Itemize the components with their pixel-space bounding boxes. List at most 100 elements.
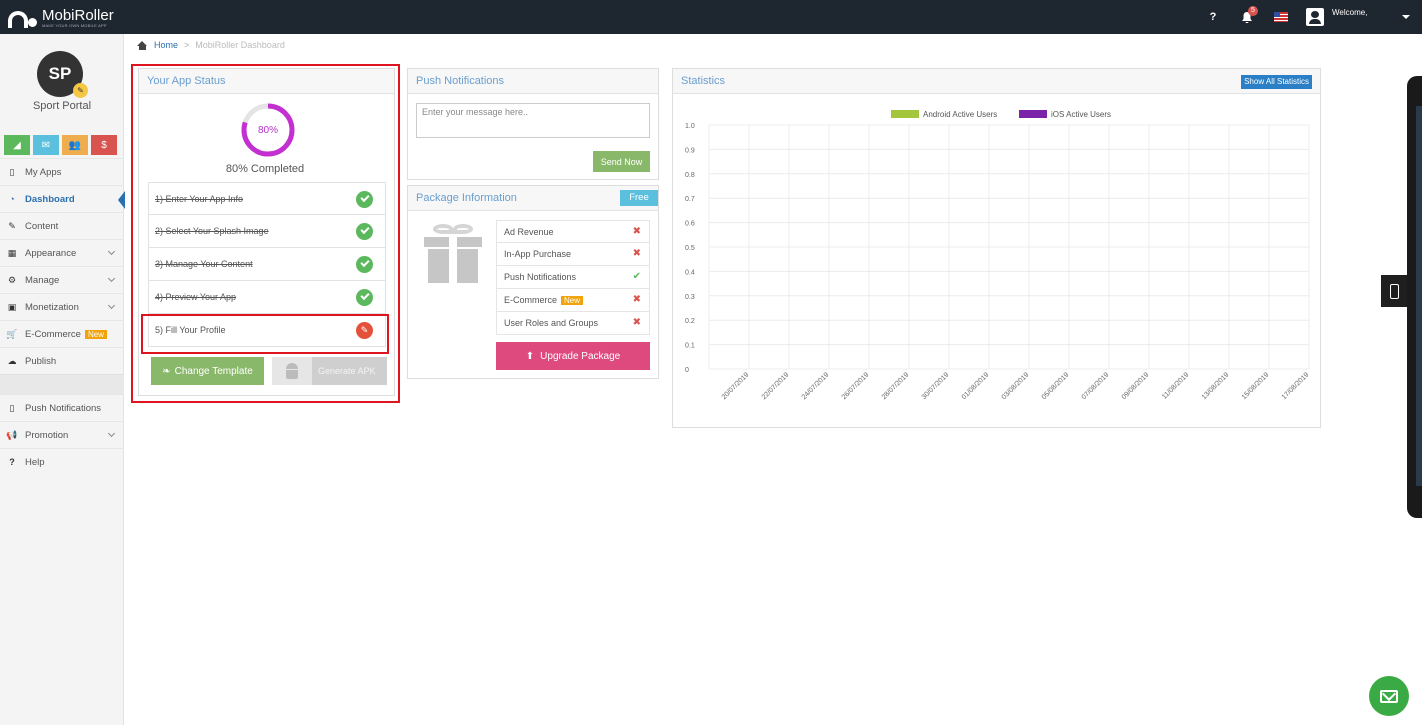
logo-mark-icon <box>8 8 38 28</box>
notifications-button[interactable]: 5 <box>1230 0 1264 34</box>
y-tick-label: 0.9 <box>685 147 695 154</box>
grid-icon: ▦ <box>7 247 17 258</box>
help-button[interactable]: ? <box>1196 0 1230 34</box>
top-bar: MobiRoller MAKE YOUR OWN MOBILE APP ? 5 … <box>0 0 1422 34</box>
feature-row: User Roles and Groups ✖ <box>496 312 650 335</box>
x-tick-label: 11/08/2019 <box>1161 371 1190 400</box>
envelope-icon <box>1380 689 1398 703</box>
legend-swatch <box>1019 110 1047 118</box>
messages-quick-button[interactable]: ✉ <box>33 135 59 155</box>
bar-chart-icon: ◢ <box>13 139 21 151</box>
times-icon: ✖ <box>632 248 641 259</box>
quick-buttons: ◢ ✉ 👥 $ <box>4 135 117 155</box>
y-tick-label: 0.6 <box>685 221 695 228</box>
legend-label: iOS Active Users <box>1051 110 1111 119</box>
feature-row: E-Commerce New ✖ <box>496 289 650 312</box>
contact-support-button[interactable] <box>1369 676 1409 716</box>
question-icon: ? <box>9 457 15 467</box>
dollar-icon: $ <box>101 139 107 151</box>
sidebar-item-monetization[interactable]: ▣ Monetization <box>0 293 124 320</box>
upgrade-package-button[interactable]: ⬆ Upgrade Package <box>496 342 650 370</box>
sidebar-divider <box>0 374 124 394</box>
cart-icon: 🛒 <box>6 328 18 339</box>
revenue-quick-button[interactable]: $ <box>91 135 117 155</box>
sidebar-item-help[interactable]: ? Help <box>0 448 124 475</box>
sidebar-item-my-apps[interactable]: ▯ My Apps <box>0 158 124 185</box>
sidebar-item-push-notifications[interactable]: ▯ Push Notifications <box>0 394 124 421</box>
user-menu-button[interactable] <box>1298 0 1332 34</box>
sidebar-item-e-commerce[interactable]: 🛒 E-Commerce New <box>0 320 124 347</box>
x-tick-label: 07/08/2019 <box>1081 371 1111 401</box>
home-icon <box>137 40 148 50</box>
chevron-down-icon <box>107 301 116 310</box>
times-icon: ✖ <box>632 317 641 328</box>
x-tick-label: 03/08/2019 <box>1001 371 1031 401</box>
cogs-icon: ⚙ <box>7 274 17 285</box>
highlight-fill-profile <box>141 314 389 354</box>
statistics-title: Statistics <box>673 69 1320 94</box>
welcome-text: Welcome, <box>1332 8 1368 17</box>
chevron-down-icon <box>107 247 116 256</box>
money-icon: ▣ <box>7 301 17 312</box>
new-badge: New <box>561 295 584 305</box>
edit-avatar-icon[interactable]: ✎ <box>73 83 88 98</box>
times-icon: ✖ <box>632 226 641 237</box>
send-now-button[interactable]: Send Now <box>593 151 650 172</box>
arrow-up-icon: ⬆ <box>525 350 535 362</box>
sidebar-item-publish[interactable]: ☁ Publish <box>0 347 124 374</box>
push-title: Push Notifications <box>408 69 658 94</box>
new-badge: New <box>84 329 107 339</box>
language-selector[interactable] <box>1264 0 1298 34</box>
x-tick-label: 17/08/2019 <box>1281 371 1311 401</box>
check-icon: ✔ <box>632 271 641 282</box>
sidebar-item-promotion[interactable]: 📢 Promotion <box>0 421 124 448</box>
feature-row: Ad Revenue ✖ <box>496 220 650 243</box>
mobiroller-logo[interactable]: MobiRoller MAKE YOUR OWN MOBILE APP <box>8 7 114 29</box>
logo-tagline: MAKE YOUR OWN MOBILE APP <box>42 23 107 28</box>
stats-quick-button[interactable]: ◢ <box>4 135 30 155</box>
breadcrumb-home-link[interactable]: Home <box>154 40 178 50</box>
question-icon: ? <box>1209 11 1217 23</box>
breadcrumb: Home > MobiRoller Dashboard <box>137 40 285 50</box>
breadcrumb-current: MobiRoller Dashboard <box>195 40 285 50</box>
y-tick-label: 0.2 <box>685 318 695 325</box>
breadcrumb-separator: > <box>184 40 190 50</box>
package-features: Ad Revenue ✖ In-App Purchase ✖ Push Notifi… <box>496 220 650 335</box>
mobile-icon: ▯ <box>9 166 15 177</box>
show-all-statistics-button[interactable]: Show All Statistics <box>1241 75 1312 89</box>
user-avatar-icon <box>1306 8 1324 26</box>
package-info-panel: Package Information Free Ad Revenue ✖ In-… <box>407 185 659 379</box>
app-name: Sport Portal <box>32 100 92 112</box>
feature-row: In-App Purchase ✖ <box>496 243 650 266</box>
statistics-chart: 0 0.1 0.2 0.3 0.4 0.5 0.6 0.7 0.8 0.9 1.0 20/07/201… <box>685 110 1311 401</box>
y-tick-label: 1.0 <box>685 123 695 130</box>
plan-badge: Free <box>620 190 658 206</box>
x-tick-label: 05/08/2019 <box>1041 371 1071 401</box>
sidebar-item-appearance[interactable]: ▦ Appearance <box>0 239 124 266</box>
y-tick-label: 0.8 <box>685 172 695 179</box>
y-tick-label: 0.1 <box>685 343 695 350</box>
chevron-down-icon <box>107 274 116 283</box>
legend-swatch <box>891 110 919 118</box>
mobile-icon: ▯ <box>9 402 15 413</box>
x-tick-label: 30/07/2019 <box>921 371 951 401</box>
y-tick-label: 0.7 <box>685 196 695 203</box>
sidebar-item-manage[interactable]: ⚙ Manage <box>0 266 124 293</box>
users-icon: 👥 <box>68 139 82 151</box>
x-tick-label: 26/07/2019 <box>841 371 871 401</box>
feature-row: Push Notifications ✔ <box>496 266 650 289</box>
times-icon: ✖ <box>632 294 641 305</box>
chevron-down-icon[interactable] <box>1402 15 1410 19</box>
phone-preview-edge <box>1407 76 1422 518</box>
sidebar-item-content[interactable]: ✎ Content <box>0 212 124 239</box>
x-tick-label: 28/07/2019 <box>881 371 911 401</box>
sidebar-item-dashboard[interactable]: ◔ Dashboard <box>0 185 125 212</box>
push-message-input[interactable] <box>416 103 650 138</box>
mobile-icon <box>1389 283 1399 299</box>
y-tick-label: 0 <box>685 367 689 374</box>
phone-preview-toggle[interactable] <box>1381 275 1407 307</box>
cloud-upload-icon: ☁ <box>7 355 17 366</box>
users-quick-button[interactable]: 👥 <box>62 135 88 155</box>
y-tick-label: 0.5 <box>685 245 695 252</box>
x-tick-label: 15/08/2019 <box>1241 371 1271 401</box>
